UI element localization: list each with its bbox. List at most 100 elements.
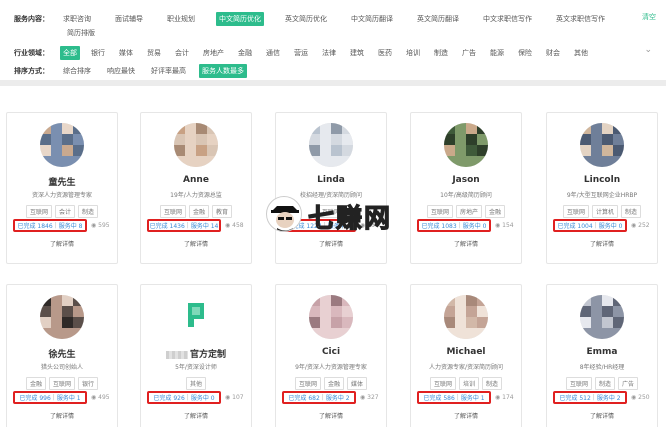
- advisor-card[interactable]: Emma 8年经验/HR经理 互联网 制造 广告 已完成 512 | 服务中 2 ◉ 250 了解…: [546, 284, 658, 427]
- filter-option[interactable]: 中文简历优化: [216, 12, 264, 26]
- filter-option[interactable]: 面试辅导: [112, 12, 146, 26]
- filter-option[interactable]: 医药: [375, 46, 395, 60]
- filter-option[interactable]: 法律: [319, 46, 339, 60]
- filter-option[interactable]: 媒体: [116, 46, 136, 60]
- view-details-link[interactable]: 了解详情: [411, 239, 521, 248]
- filter-option[interactable]: 会计: [172, 46, 192, 60]
- view-details-link[interactable]: 了解详情: [141, 239, 251, 248]
- serving-count: 服务中 1: [460, 395, 485, 402]
- tag-list: 其他: [141, 377, 251, 390]
- filter-option[interactable]: 英文简历优化: [282, 12, 330, 26]
- stats-divider: |: [52, 394, 55, 401]
- tag-list: 互联网 计算机 制造: [547, 205, 657, 218]
- advisor-card[interactable]: Jason 10年/高级简历顾问 互联网 房地产 金融 已完成 1083 | 服务中 0 ◉ 1…: [410, 112, 522, 264]
- industry-tag: 互联网: [294, 377, 321, 390]
- advisor-name-text: 官方定制: [189, 350, 226, 360]
- stats-divider: |: [456, 394, 459, 401]
- view-count: ◉ 595: [91, 222, 110, 229]
- advisor-name-text: 徐先生: [48, 350, 76, 360]
- filter-option[interactable]: 通信: [263, 46, 283, 60]
- filter-option[interactable]: 职业规划: [164, 12, 198, 26]
- filter-option[interactable]: 全部: [60, 46, 80, 60]
- industry-tag: 金融: [25, 377, 46, 390]
- filter-option[interactable]: 财会: [543, 46, 563, 60]
- industry-tag: 金融: [188, 205, 209, 218]
- advisor-title: 9年/资深人力资源管理专家: [295, 364, 367, 371]
- advisor-card[interactable]: 童先生 资深人力资源管理专家 互联网 会计 制造 已完成 1846 | 服务中 8 ◉ 595 了…: [6, 112, 118, 264]
- filter-option[interactable]: 金融: [235, 46, 255, 60]
- filter-option[interactable]: 房地产: [200, 46, 227, 60]
- advisor-name-text: Cici: [321, 347, 341, 357]
- advisor-title: 10年/高级简历顾问: [440, 192, 492, 199]
- view-count: ◉ 327: [360, 394, 379, 401]
- chevron-down-icon[interactable]: ⌄: [644, 45, 652, 55]
- filter-option[interactable]: 求职咨询: [60, 12, 94, 26]
- industry-tag: 金融: [485, 205, 506, 218]
- industry-tag: 制造: [482, 377, 503, 390]
- advisor-card[interactable]: 官方定制 5年/资深设计师 其他 已完成 926 | 服务中 0 ◉ 107 了解详情: [140, 284, 252, 427]
- advisor-title: 9年/大型互联网企业HRBP: [566, 192, 638, 199]
- filter-option[interactable]: 中文简历翻译: [348, 12, 396, 26]
- sort-row: 排序方式： 综合排序 响应最快 好评率最高 服务人数最多: [14, 64, 257, 78]
- filter-option[interactable]: 能源: [487, 46, 507, 60]
- industry-tag: 会计: [54, 205, 75, 218]
- tag-list: 互联网 会计 制造: [7, 205, 117, 218]
- stats-box: 已完成 996 | 服务中 1: [13, 391, 87, 404]
- view-details-link[interactable]: 了解详情: [7, 239, 117, 248]
- advisor-card[interactable]: Cici 9年/资深人力资源管理专家 互联网 金融 媒体 已完成 682 | 服务中 2 ◉ 3…: [275, 284, 387, 427]
- advisor-card[interactable]: Anne 19年/人力资源总监 互联网 金融 教育 已完成 1436 | 服务中 14 ◉ 45…: [140, 112, 252, 264]
- avatar: [309, 123, 353, 167]
- view-details-link[interactable]: 了解详情: [411, 411, 521, 420]
- industry-filter-row: 行业领域： 全部 银行 媒体 贸易 会计 房地产 金融 通信 营运 法律 建筑 医药 培训 制造 广告 能源保…: [14, 46, 599, 60]
- view-details-link[interactable]: 了解详情: [141, 411, 251, 420]
- view-details-link[interactable]: 了解详情: [276, 411, 386, 420]
- view-details-link[interactable]: 了解详情: [276, 239, 386, 248]
- advisor-card[interactable]: Lincoln 9年/大型互联网企业HRBP 互联网 计算机 制造 已完成 1004 | 服务…: [546, 112, 658, 264]
- filter-option[interactable]: 综合排序: [60, 64, 94, 78]
- filter-option[interactable]: 服务人数最多: [199, 64, 247, 78]
- filter-option[interactable]: 广告: [459, 46, 479, 60]
- tag-list: 互联网 金融 教育: [141, 205, 251, 218]
- filter-option[interactable]: 简历排版: [64, 26, 98, 40]
- view-details-link[interactable]: 了解详情: [547, 239, 657, 248]
- advisor-card[interactable]: Linda 校招经理/资深简历顾问 互联网 已完成 1224 | 服务中 2 ◉ 486 了解…: [275, 112, 387, 264]
- view-count-value: 252: [638, 222, 650, 229]
- advisor-title: 人力资源专家/资深简历顾问: [428, 364, 504, 371]
- filter-option[interactable]: 好评率最高: [148, 64, 189, 78]
- advisor-card[interactable]: 徐先生 猎头公司创始人 金融 互联网 银行 已完成 996 | 服务中 1 ◉ 495 了解详情: [6, 284, 118, 427]
- stats-box: 已完成 586 | 服务中 1: [417, 391, 491, 404]
- filter-option[interactable]: 保险: [515, 46, 535, 60]
- filter-option[interactable]: 培训: [403, 46, 423, 60]
- avatar: [174, 295, 218, 339]
- filter-option[interactable]: 响应最快: [104, 64, 138, 78]
- filter-option[interactable]: 英文简历翻译: [414, 12, 462, 26]
- completed-count: 已完成 1436: [149, 223, 185, 230]
- filter-option[interactable]: 英文求职信写作: [553, 12, 608, 26]
- industry-tag: 互联网: [159, 205, 186, 218]
- advisor-title: 猎头公司创始人: [40, 364, 83, 371]
- filter-option[interactable]: 中文求职信写作: [480, 12, 535, 26]
- view-details-link[interactable]: 了解详情: [547, 411, 657, 420]
- filter-option[interactable]: 制造: [431, 46, 451, 60]
- serving-count: 服务中 0: [190, 395, 215, 402]
- stats-box: 已完成 1004 | 服务中 0: [553, 219, 627, 232]
- tag-list: 互联网 制造 广告: [547, 377, 657, 390]
- advisor-name: Lincoln: [547, 175, 657, 185]
- clear-filters-button[interactable]: 清空: [642, 12, 656, 22]
- filter-option[interactable]: 贸易: [144, 46, 164, 60]
- advisor-card[interactable]: Michael 人力资源专家/资深简历顾问 互联网 培训 制造 已完成 586 | 服务中 1…: [410, 284, 522, 427]
- filter-option[interactable]: 其他: [571, 46, 591, 60]
- industry-tag: 互联网: [565, 377, 592, 390]
- view-details-link[interactable]: 了解详情: [7, 411, 117, 420]
- completed-count: 已完成 996: [19, 395, 51, 402]
- filter-option[interactable]: 建筑: [347, 46, 367, 60]
- advisor-name: Anne: [141, 175, 251, 185]
- service-filter-row-continued: 简历排版: [64, 26, 112, 40]
- filter-option[interactable]: 银行: [88, 46, 108, 60]
- avatar: [174, 123, 218, 167]
- advisor-name: Michael: [411, 347, 521, 357]
- view-count: ◉ 107: [225, 394, 244, 401]
- avatar: [40, 295, 84, 339]
- filter-option[interactable]: 营运: [291, 46, 311, 60]
- serving-count: 服务中 2: [596, 395, 621, 402]
